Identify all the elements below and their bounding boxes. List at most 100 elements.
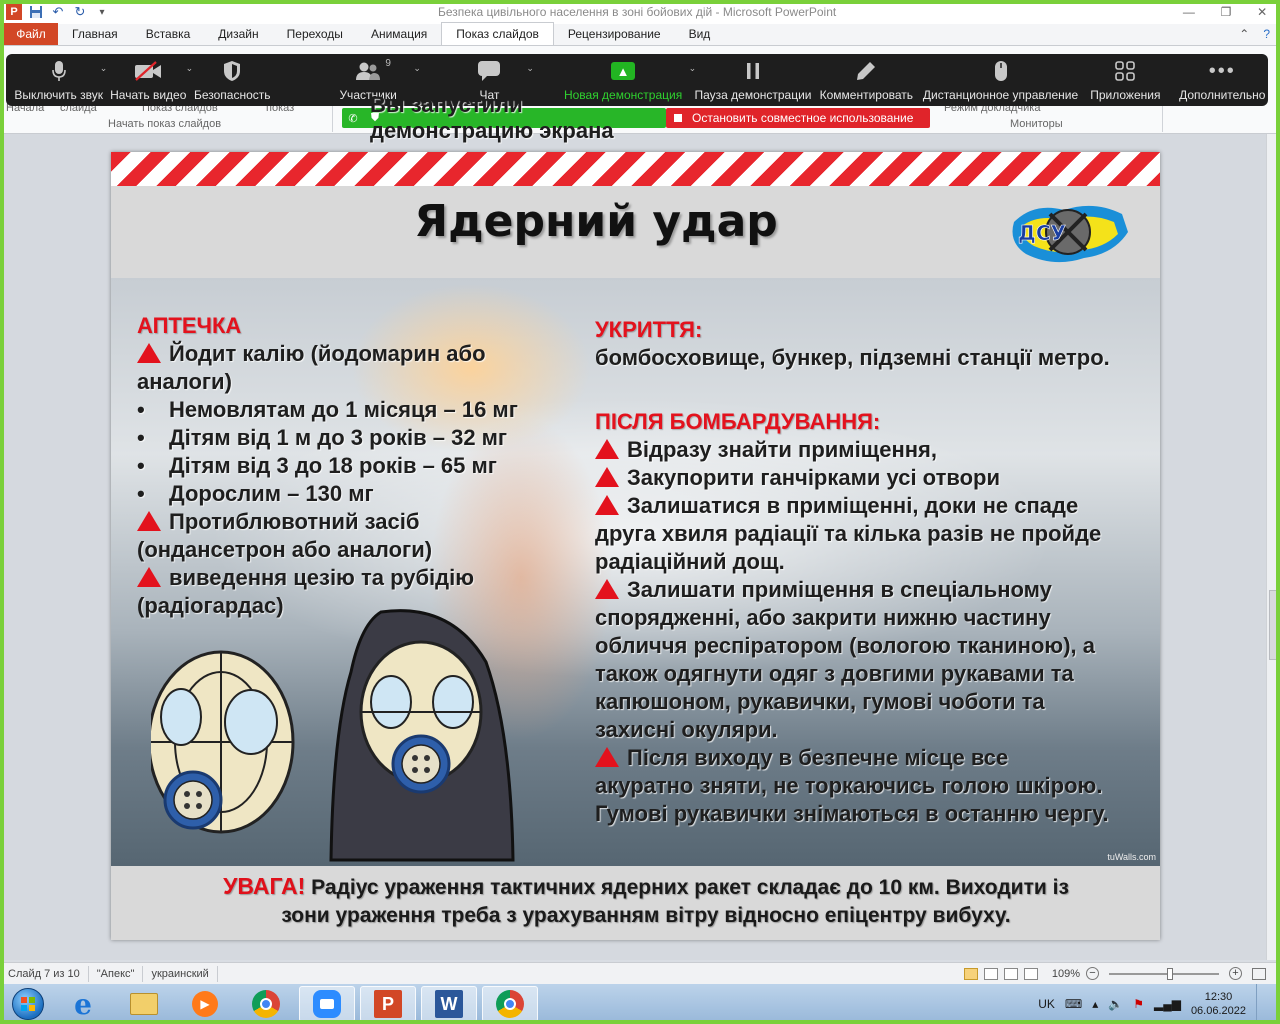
reading-view-button[interactable] bbox=[1003, 967, 1018, 980]
stop-icon bbox=[674, 114, 682, 122]
help-icon[interactable]: ? bbox=[1263, 27, 1270, 41]
minimize-button[interactable]: — bbox=[1183, 5, 1195, 19]
show-desktop-button[interactable] bbox=[1256, 984, 1268, 1024]
logo-text: ДСУ bbox=[1018, 221, 1066, 245]
first-aid-item-antiemetic-cont: (ондансетрон або аналоги) bbox=[137, 537, 433, 562]
slide-7[interactable]: Ядерний удар ДСУ tuWalls.com АПТЕЧКА Йод… bbox=[111, 152, 1160, 940]
taskbar-word[interactable]: W bbox=[421, 986, 477, 1022]
zoom-in-button[interactable]: + bbox=[1229, 967, 1242, 980]
after-bombing-line: також одягнути одяг з довгими рукавами т… bbox=[595, 661, 1074, 686]
customize-qat-icon[interactable]: ▾ bbox=[94, 4, 110, 20]
first-aid-kit-block: АПТЕЧКА Йодит калію (йодомарин або анало… bbox=[137, 312, 518, 620]
tab-animation[interactable]: Анимация bbox=[357, 23, 441, 45]
powerpoint-icon: P bbox=[374, 990, 402, 1018]
after-bombing-line: Закупорити ганчірками усі отвори bbox=[595, 464, 1110, 492]
undo-icon[interactable]: ↶ bbox=[50, 4, 66, 20]
save-icon[interactable] bbox=[28, 4, 44, 20]
more-button[interactable]: ••• Дополнительно bbox=[1177, 54, 1268, 106]
tab-insert[interactable]: Вставка bbox=[132, 23, 205, 45]
slide-counter: Слайд 7 из 10 bbox=[0, 965, 89, 982]
media-player-icon: ▶ bbox=[192, 991, 218, 1017]
redo-icon[interactable]: ↻ bbox=[72, 4, 88, 20]
after-bombing-line: захисні окуляри. bbox=[595, 717, 778, 742]
fit-to-window-icon[interactable] bbox=[1252, 967, 1266, 980]
share-screen-icon: ▲ bbox=[611, 59, 636, 83]
sharing-status-pill[interactable]: ✆ Вы запустили демонстрацию экрана ⛊ bbox=[342, 92, 666, 143]
zoom-out-button[interactable]: − bbox=[1086, 967, 1099, 980]
zoom-level[interactable]: 109% bbox=[1052, 968, 1080, 980]
tab-design[interactable]: Дизайн bbox=[204, 23, 272, 45]
signal-icon[interactable]: ▂▄▆ bbox=[1154, 997, 1181, 1011]
chrome-icon bbox=[252, 990, 280, 1018]
tab-slideshow[interactable]: Показ слайдов bbox=[441, 22, 554, 45]
warning-triangle-icon bbox=[595, 495, 619, 515]
taskbar-powerpoint[interactable]: P bbox=[360, 986, 416, 1022]
dosage-bullet: • Дітям від 1 м до 3 років – 32 мг bbox=[137, 425, 508, 450]
ribbon-tabs: Файл Главная Вставка Дизайн Переходы Ани… bbox=[0, 22, 1280, 46]
after-bombing-list: Відразу знайти приміщення, Закупорити ган… bbox=[595, 436, 1110, 828]
slide-sorter-button[interactable] bbox=[983, 967, 998, 980]
civil-protection-logo: ДСУ bbox=[1012, 205, 1128, 263]
tab-file[interactable]: Файл bbox=[4, 23, 58, 45]
scrollbar-thumb[interactable] bbox=[1269, 590, 1278, 660]
zoom-app-icon bbox=[313, 990, 341, 1018]
keyboard-icon[interactable]: ⌨ bbox=[1065, 997, 1082, 1011]
taskbar-chrome[interactable] bbox=[238, 986, 294, 1022]
stop-share-button[interactable]: Остановить совместное использование bbox=[666, 108, 930, 128]
language-indicator[interactable]: украинский bbox=[143, 965, 218, 982]
start-video-button[interactable]: ⌄ Начать видео bbox=[105, 54, 193, 106]
restore-button[interactable]: ❐ bbox=[1221, 5, 1232, 19]
taskbar-explorer[interactable] bbox=[116, 986, 172, 1022]
first-aid-heading: АПТЕЧКА bbox=[137, 313, 242, 338]
taskbar-media-player[interactable]: ▶ bbox=[177, 986, 233, 1022]
tab-home[interactable]: Главная bbox=[58, 23, 132, 45]
start-button[interactable] bbox=[6, 984, 50, 1024]
tab-transitions[interactable]: Переходы bbox=[273, 23, 357, 45]
zoom-slider[interactable] bbox=[1109, 967, 1219, 980]
powerpoint-app-icon[interactable]: P bbox=[6, 4, 22, 20]
after-bombing-line: Після виходу в безпечне місце все bbox=[595, 744, 1110, 772]
close-button[interactable]: ✕ bbox=[1257, 5, 1267, 19]
vertical-scrollbar[interactable] bbox=[1266, 134, 1280, 960]
slideshow-view-button[interactable] bbox=[1023, 967, 1038, 980]
speaker-icon[interactable]: 🔈 bbox=[1108, 997, 1123, 1011]
chevron-down-icon[interactable]: ⌄ bbox=[526, 63, 534, 74]
word-icon: W bbox=[435, 990, 463, 1018]
chevron-down-icon[interactable]: ⌄ bbox=[413, 63, 421, 74]
pencil-icon bbox=[856, 59, 876, 83]
input-language[interactable]: UK bbox=[1038, 997, 1055, 1011]
taskbar-ie[interactable]: e bbox=[55, 986, 111, 1022]
clock[interactable]: 12:30 06.06.2022 bbox=[1191, 990, 1246, 1018]
taskbar-zoom[interactable] bbox=[299, 986, 355, 1022]
pause-share-button[interactable]: Пауза демонстрации bbox=[694, 54, 812, 106]
mouse-icon bbox=[994, 59, 1008, 83]
tab-review[interactable]: Рецензирование bbox=[554, 23, 675, 45]
remote-control-button[interactable]: Дистанционное управление bbox=[923, 54, 1078, 106]
window-controls: — ❐ ✕ bbox=[1170, 5, 1280, 19]
chat-icon bbox=[477, 59, 501, 83]
mute-button[interactable]: ⌄ Выключить звук bbox=[12, 54, 107, 106]
after-bombing-line: Гумові рукавички знімаються в останню че… bbox=[595, 801, 1109, 826]
apps-button[interactable]: Приложения bbox=[1086, 54, 1164, 106]
minimize-ribbon-icon[interactable]: ⌃ bbox=[1239, 27, 1249, 41]
after-bombing-line: капюшоном, рукавички, гумові чоботи та bbox=[595, 689, 1045, 714]
shelter-heading: УКРИТТЯ: bbox=[595, 317, 703, 342]
warning-triangle-icon bbox=[137, 343, 161, 363]
warning-triangle-icon bbox=[595, 747, 619, 767]
slide-title: Ядерний удар bbox=[414, 196, 778, 247]
zoom-slider-thumb[interactable] bbox=[1166, 967, 1173, 980]
taskbar-chrome-window[interactable] bbox=[482, 986, 538, 1022]
normal-view-button[interactable] bbox=[963, 967, 978, 980]
after-bombing-line: акуратно зняти, не торкаючись голою шкір… bbox=[595, 773, 1103, 798]
photo-credit: tuWalls.com bbox=[1107, 852, 1156, 862]
annotate-button[interactable]: Комментировать bbox=[818, 54, 915, 106]
warning-triangle-icon bbox=[595, 439, 619, 459]
dosage-bullet: • Дітям від 3 до 18 років – 65 мг bbox=[137, 453, 497, 478]
show-hidden-icons[interactable]: ▴ bbox=[1092, 997, 1098, 1011]
first-aid-item-antiemetic: Протиблювотний засіб bbox=[137, 508, 518, 536]
security-button[interactable]: Безопасность bbox=[191, 54, 273, 106]
tab-view[interactable]: Вид bbox=[675, 23, 725, 45]
network-icon[interactable]: ⚑ bbox=[1133, 997, 1144, 1011]
after-bombing-line: радіаційний дощ. bbox=[595, 549, 785, 574]
ribbon-group-start-slideshow: Начать показ слайдов bbox=[108, 118, 222, 130]
